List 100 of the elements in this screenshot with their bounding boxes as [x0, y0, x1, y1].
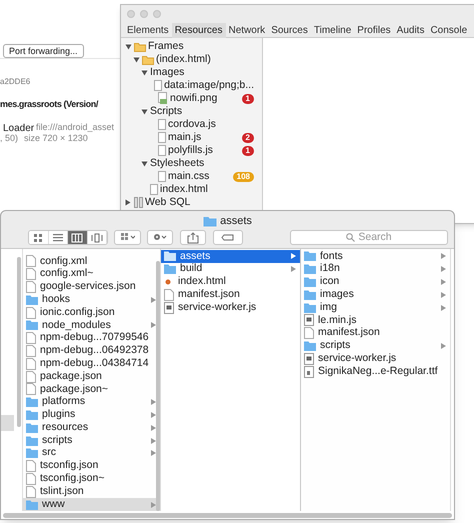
expanded-arrow-icon[interactable] — [141, 70, 148, 76]
document-icon — [26, 472, 36, 485]
folder-icon — [142, 54, 154, 64]
file-row[interactable]: manifest.json — [161, 288, 300, 302]
tab[interactable]: Console — [427, 22, 470, 38]
file-row[interactable]: img — [301, 301, 450, 314]
tree-item[interactable]: main.css — [168, 168, 231, 184]
scrollbar[interactable] — [17, 257, 21, 427]
disclosure-arrow-icon — [441, 342, 446, 349]
file-row[interactable]: npm-debug...06492378 — [23, 344, 160, 358]
file-row[interactable]: resources — [23, 421, 160, 434]
tab[interactable]: Audits — [394, 22, 428, 38]
scrollbar[interactable] — [3, 512, 452, 518]
file-row[interactable]: tslint.json — [23, 485, 160, 498]
file-row[interactable]: images — [301, 288, 450, 302]
file-row[interactable]: src — [23, 446, 160, 460]
size-text: size 720 × 1230 — [24, 132, 88, 145]
document-icon — [26, 344, 36, 357]
file-row[interactable]: assets — [161, 250, 300, 263]
file-row[interactable]: service-worker.js — [161, 301, 300, 314]
script-file-icon — [304, 314, 314, 326]
file-row[interactable]: index.html — [161, 276, 300, 288]
file-row[interactable]: config.xml~ — [23, 268, 160, 281]
share-button[interactable] — [180, 230, 206, 245]
icon-view-icon — [32, 232, 44, 244]
collapsed-arrow-icon[interactable] — [125, 199, 132, 206]
font-file-icon — [304, 366, 314, 378]
file-row[interactable]: scripts — [301, 340, 450, 352]
tree-item[interactable]: main.js — [168, 130, 240, 146]
search-placeholder: Search — [358, 230, 392, 245]
file-row[interactable]: SignikaNeg...e-Regular.ttf — [301, 365, 450, 378]
script-file-icon — [164, 302, 174, 314]
folder-icon — [164, 251, 176, 262]
file-row[interactable]: icon — [301, 276, 450, 288]
folder-icon — [26, 436, 38, 446]
file-row[interactable]: package.json — [23, 370, 160, 383]
file-row[interactable]: google-services.json — [23, 280, 160, 294]
file-row[interactable]: hooks — [23, 293, 160, 306]
file-row[interactable]: www — [23, 498, 160, 511]
port-forwarding-button[interactable]: Port forwarding... — [3, 44, 84, 58]
tab[interactable]: Timeline — [310, 22, 354, 38]
document-icon — [26, 268, 36, 280]
share-icon — [186, 232, 200, 244]
folder-icon — [134, 42, 146, 52]
tab[interactable]: Elements — [124, 22, 172, 38]
tab[interactable]: Resources — [172, 22, 226, 38]
folder-icon — [26, 422, 38, 433]
tree-item[interactable]: Web SQL — [145, 194, 254, 210]
tree-item[interactable]: Scripts — [150, 104, 254, 120]
file-row[interactable]: config.xml — [23, 255, 160, 268]
view-mode-button[interactable] — [29, 231, 48, 244]
app-title: mes.grassroots (Version/ — [0, 98, 98, 111]
arrange-button[interactable] — [114, 230, 141, 245]
file-icon — [158, 119, 166, 130]
file-row[interactable]: npm-debug...04384714 — [23, 357, 160, 370]
document-icon — [26, 280, 36, 293]
file-icon — [150, 184, 158, 195]
file-row[interactable]: platforms — [23, 396, 160, 409]
tree-item[interactable]: cordova.js — [168, 116, 254, 132]
file-row[interactable]: fonts — [301, 250, 450, 263]
file-row[interactable]: npm-debug...70799546 — [23, 332, 160, 345]
file-row[interactable]: manifest.json — [301, 326, 450, 340]
tree-item[interactable]: Stylesheets — [150, 156, 254, 172]
file-row[interactable]: package.json~ — [23, 382, 160, 396]
tree-item[interactable]: (index.html) — [156, 52, 254, 68]
expanded-arrow-icon[interactable] — [133, 56, 140, 62]
folder-icon — [26, 294, 38, 305]
tree-item[interactable]: Images — [150, 64, 254, 80]
file-row[interactable]: plugins — [23, 408, 160, 422]
file-row[interactable]: ionic.config.json — [23, 306, 160, 319]
tree-item[interactable]: Frames — [148, 38, 254, 54]
tab[interactable]: Network — [226, 22, 268, 38]
file-row[interactable]: node_modules — [23, 318, 160, 332]
tree-item[interactable]: polyfills.js — [168, 142, 240, 158]
view-mode-button[interactable] — [68, 231, 88, 244]
tree-item[interactable]: index.html — [160, 182, 254, 198]
expanded-arrow-icon[interactable] — [125, 44, 132, 50]
view-mode-control[interactable] — [28, 230, 108, 245]
file-row[interactable]: service-worker.js — [301, 352, 450, 366]
folder-icon — [304, 302, 316, 313]
expanded-arrow-icon[interactable] — [141, 108, 148, 114]
disclosure-arrow-icon — [151, 502, 156, 508]
scrollbar[interactable] — [156, 261, 160, 511]
action-button[interactable] — [147, 230, 173, 245]
file-row[interactable]: scripts — [23, 434, 160, 447]
folder-icon — [203, 216, 218, 226]
tab[interactable]: Sources — [268, 22, 311, 38]
tag-button[interactable] — [213, 230, 243, 245]
folder-icon — [304, 290, 316, 300]
tree-item[interactable]: data:image/png;b... — [164, 78, 254, 94]
expanded-arrow-icon[interactable] — [141, 160, 148, 166]
file-row[interactable]: i18n — [301, 262, 450, 276]
file-row[interactable]: tsconfig.json~ — [23, 472, 160, 486]
tab[interactable]: Profiles — [354, 22, 394, 38]
file-row[interactable]: le.min.js — [301, 314, 450, 327]
file-row[interactable]: build — [161, 262, 300, 276]
file-row[interactable]: tsconfig.json — [23, 460, 160, 473]
disclosure-arrow-icon — [151, 322, 156, 328]
document-icon — [304, 327, 314, 340]
tree-item[interactable]: nowifi.png — [170, 90, 240, 106]
